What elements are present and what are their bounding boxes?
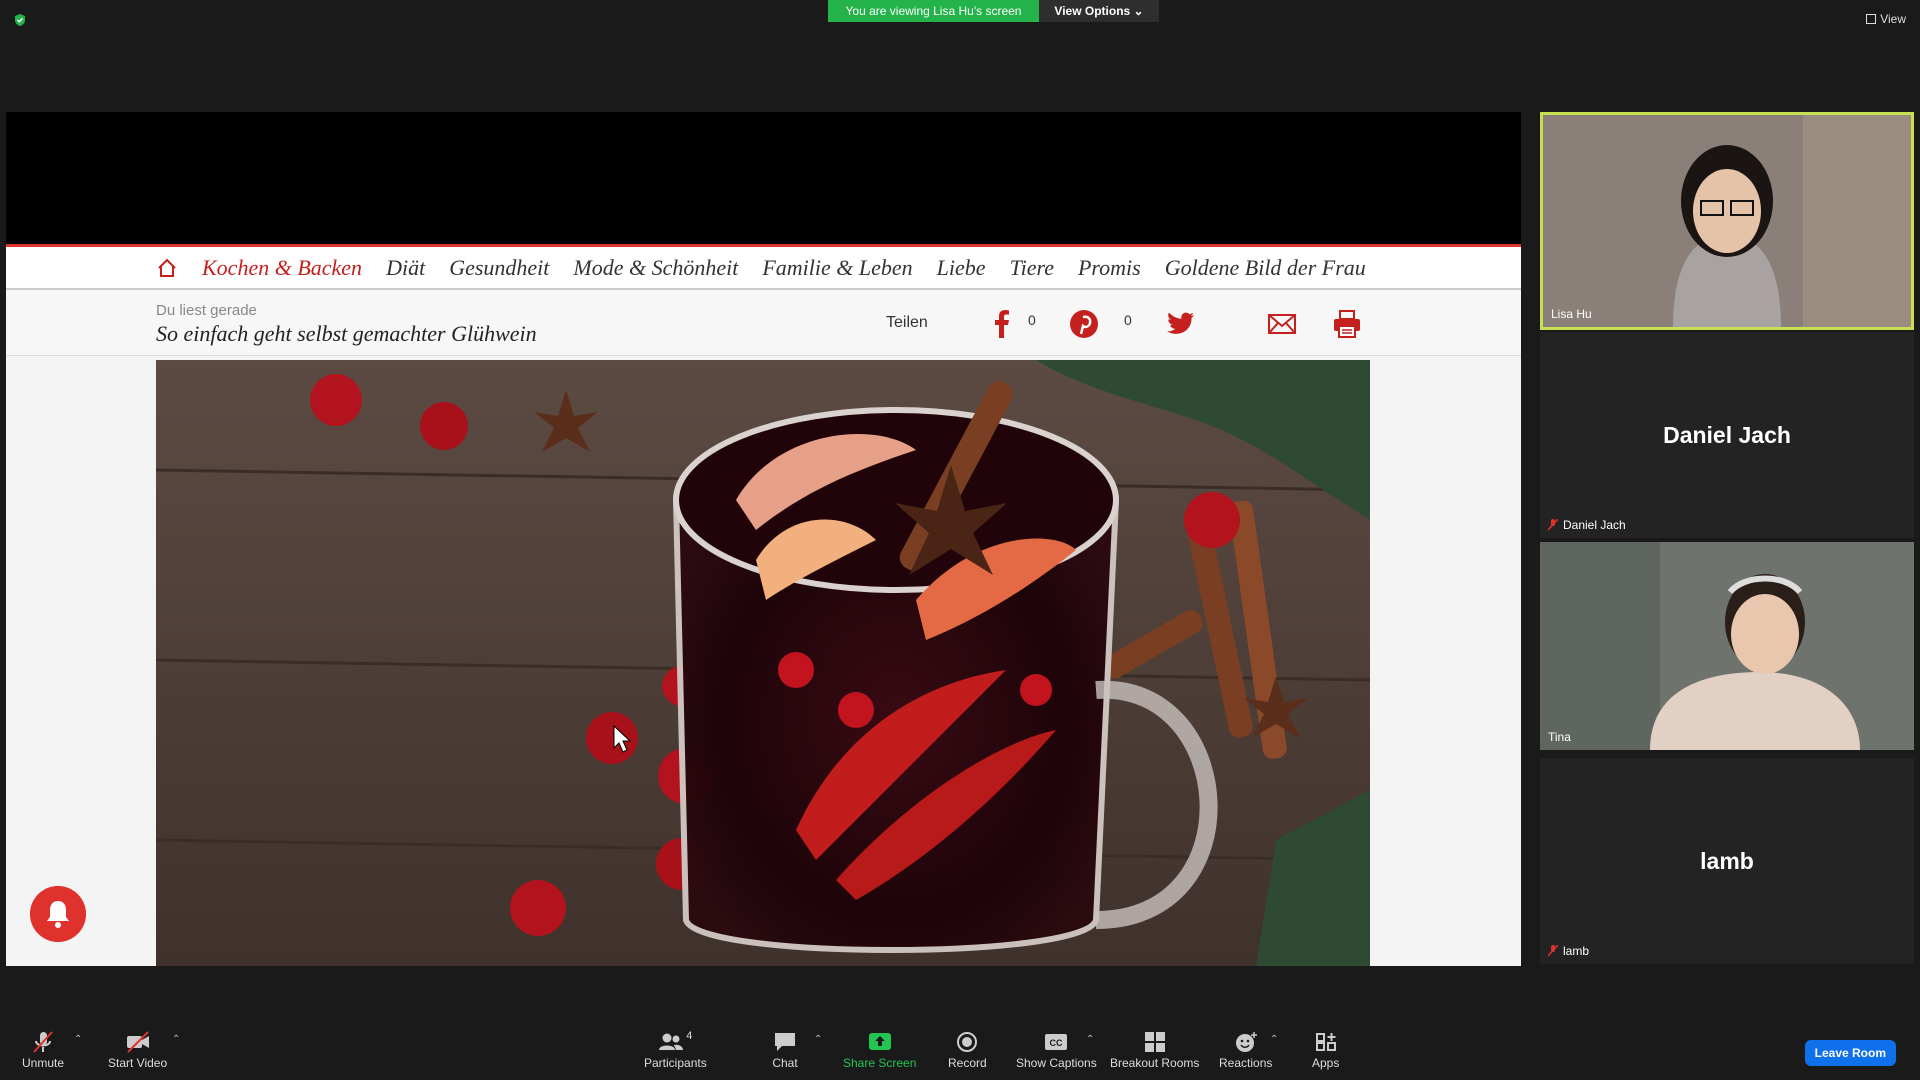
- shared-screen-letterbox: [6, 112, 1521, 244]
- participants-button[interactable]: 4 Participants: [644, 1030, 707, 1070]
- video-tile-lamb[interactable]: lamb lamb: [1540, 758, 1914, 964]
- reactions-icon: [1235, 1032, 1257, 1052]
- participants-count: 4: [686, 1030, 693, 1042]
- apps-label: Apps: [1312, 1056, 1340, 1070]
- video-tile-tina[interactable]: Tina: [1540, 542, 1914, 750]
- mail-icon[interactable]: [1266, 308, 1298, 340]
- reactions-button[interactable]: Reactions: [1219, 1030, 1272, 1070]
- captions-icon: CC: [1045, 1034, 1068, 1050]
- home-icon[interactable]: [156, 257, 178, 279]
- microphone-muted-icon: [1548, 519, 1558, 531]
- video-tile-daniel-jach[interactable]: Daniel Jach Daniel Jach: [1540, 332, 1914, 538]
- participants-icon-row: 4: [658, 1030, 692, 1056]
- nav-diaet[interactable]: Diät: [386, 255, 425, 281]
- article-title: So einfach geht selbst gemachter Glühwei…: [156, 321, 537, 346]
- participants-label: Participants: [644, 1056, 707, 1070]
- print-icon[interactable]: [1331, 308, 1363, 340]
- nav-liebe[interactable]: Liebe: [937, 255, 986, 281]
- article-hero-image: [156, 360, 1370, 966]
- shield-icon[interactable]: [13, 13, 27, 27]
- microphone-muted-icon: [1548, 945, 1558, 957]
- nav-tiere[interactable]: Tiere: [1010, 255, 1054, 281]
- notification-bell-button[interactable]: [30, 886, 86, 942]
- reactions-label: Reactions: [1219, 1056, 1273, 1070]
- participant-display-name: Daniel Jach: [1663, 421, 1791, 448]
- show-captions-button[interactable]: CC Show Captions: [1016, 1030, 1097, 1070]
- apps-icon: [1315, 1033, 1336, 1051]
- svg-text:CC: CC: [1050, 1038, 1063, 1048]
- grid-view-icon: [1866, 14, 1877, 24]
- start-video-label: Start Video: [108, 1056, 168, 1070]
- participant-name: Daniel Jach: [1563, 518, 1626, 532]
- nav-gesundheit[interactable]: Gesundheit: [449, 255, 549, 281]
- pinterest-count: 0: [1124, 312, 1132, 328]
- record-label: Record: [948, 1056, 987, 1070]
- breakout-rooms-icon: [1144, 1032, 1165, 1052]
- video-off-icon: [126, 1031, 149, 1053]
- view-options-button[interactable]: View Options ⌄: [1039, 0, 1159, 22]
- nav-kochen-backen[interactable]: Kochen & Backen: [202, 255, 362, 281]
- breakout-rooms-button[interactable]: Breakout Rooms: [1110, 1030, 1199, 1070]
- participant-display-name: lamb: [1700, 847, 1754, 874]
- view-options-label: View Options: [1054, 4, 1131, 18]
- audio-options-caret[interactable]: ⌃: [74, 1034, 82, 1045]
- reading-label: Du liest gerade: [156, 302, 257, 319]
- viewing-label: You are viewing Lisa Hu's screen: [828, 0, 1039, 22]
- nav-goldene-bild[interactable]: Goldene Bild der Frau: [1165, 255, 1366, 281]
- facebook-icon[interactable]: [986, 308, 1018, 340]
- site-navigation: Kochen & Backen Diät Gesundheit Mode & S…: [6, 244, 1521, 290]
- participant-name: Lisa Hu: [1551, 307, 1592, 321]
- unmute-label: Unmute: [22, 1056, 65, 1070]
- reactions-options-caret[interactable]: ⌃: [1270, 1034, 1278, 1045]
- chat-options-caret[interactable]: ⌃: [814, 1034, 822, 1045]
- nav-familie-leben[interactable]: Familie & Leben: [762, 255, 912, 281]
- viewing-banner: You are viewing Lisa Hu's screen View Op…: [828, 0, 1159, 22]
- unmute-button[interactable]: Unmute: [22, 1030, 64, 1070]
- view-label: View: [1880, 12, 1906, 26]
- twitter-icon[interactable]: [1164, 308, 1196, 340]
- facebook-count: 0: [1028, 312, 1036, 328]
- share-screen-label: Share Screen: [843, 1056, 917, 1070]
- share-screen-icon: [868, 1033, 891, 1050]
- nav-mode-schoenheit[interactable]: Mode & Schönheit: [573, 255, 738, 281]
- video-tile-lisa-hu[interactable]: Lisa Hu: [1540, 112, 1914, 330]
- meeting-top-bar: You are viewing Lisa Hu's screen View Op…: [0, 0, 1920, 112]
- tina-video: [1540, 542, 1914, 750]
- breakout-rooms-label: Breakout Rooms: [1110, 1056, 1200, 1070]
- participant-name: lamb: [1563, 944, 1590, 958]
- shared-screen[interactable]: Kochen & Backen Diät Gesundheit Mode & S…: [6, 244, 1521, 966]
- reading-bar: Du liest gerade So einfach geht selbst g…: [6, 290, 1521, 356]
- nav-promis[interactable]: Promis: [1078, 255, 1141, 281]
- record-button[interactable]: Record: [948, 1030, 987, 1070]
- chat-label: Chat: [772, 1056, 798, 1070]
- video-options-caret[interactable]: ⌃: [172, 1034, 180, 1045]
- captions-options-caret[interactable]: ⌃: [1086, 1034, 1094, 1045]
- participants-icon: [659, 1033, 684, 1050]
- participant-tag: Daniel Jach: [1548, 518, 1626, 532]
- pinterest-icon[interactable]: [1068, 308, 1100, 340]
- apps-button[interactable]: Apps: [1312, 1030, 1339, 1070]
- lisa-hu-video: [1543, 115, 1911, 327]
- participant-tag: Tina: [1548, 730, 1571, 744]
- mulled-wine-illustration: [156, 360, 1370, 966]
- share-screen-button[interactable]: Share Screen: [843, 1030, 916, 1070]
- meeting-toolbar: Unmute ⌃ Start Video ⌃ 4 Participants Ch…: [0, 1022, 1920, 1080]
- chat-icon: [775, 1033, 795, 1051]
- leave-room-button[interactable]: Leave Room: [1804, 1040, 1896, 1066]
- view-button[interactable]: View: [1866, 12, 1906, 26]
- participant-name: Tina: [1548, 730, 1571, 744]
- show-captions-label: Show Captions: [1016, 1056, 1097, 1070]
- microphone-muted-icon: [33, 1031, 53, 1053]
- share-label: Teilen: [886, 314, 928, 331]
- participant-tag: lamb: [1548, 944, 1589, 958]
- chat-button[interactable]: Chat: [772, 1030, 798, 1070]
- start-video-button[interactable]: Start Video: [108, 1030, 167, 1070]
- participant-tag: Lisa Hu: [1551, 307, 1592, 321]
- record-icon: [957, 1032, 978, 1052]
